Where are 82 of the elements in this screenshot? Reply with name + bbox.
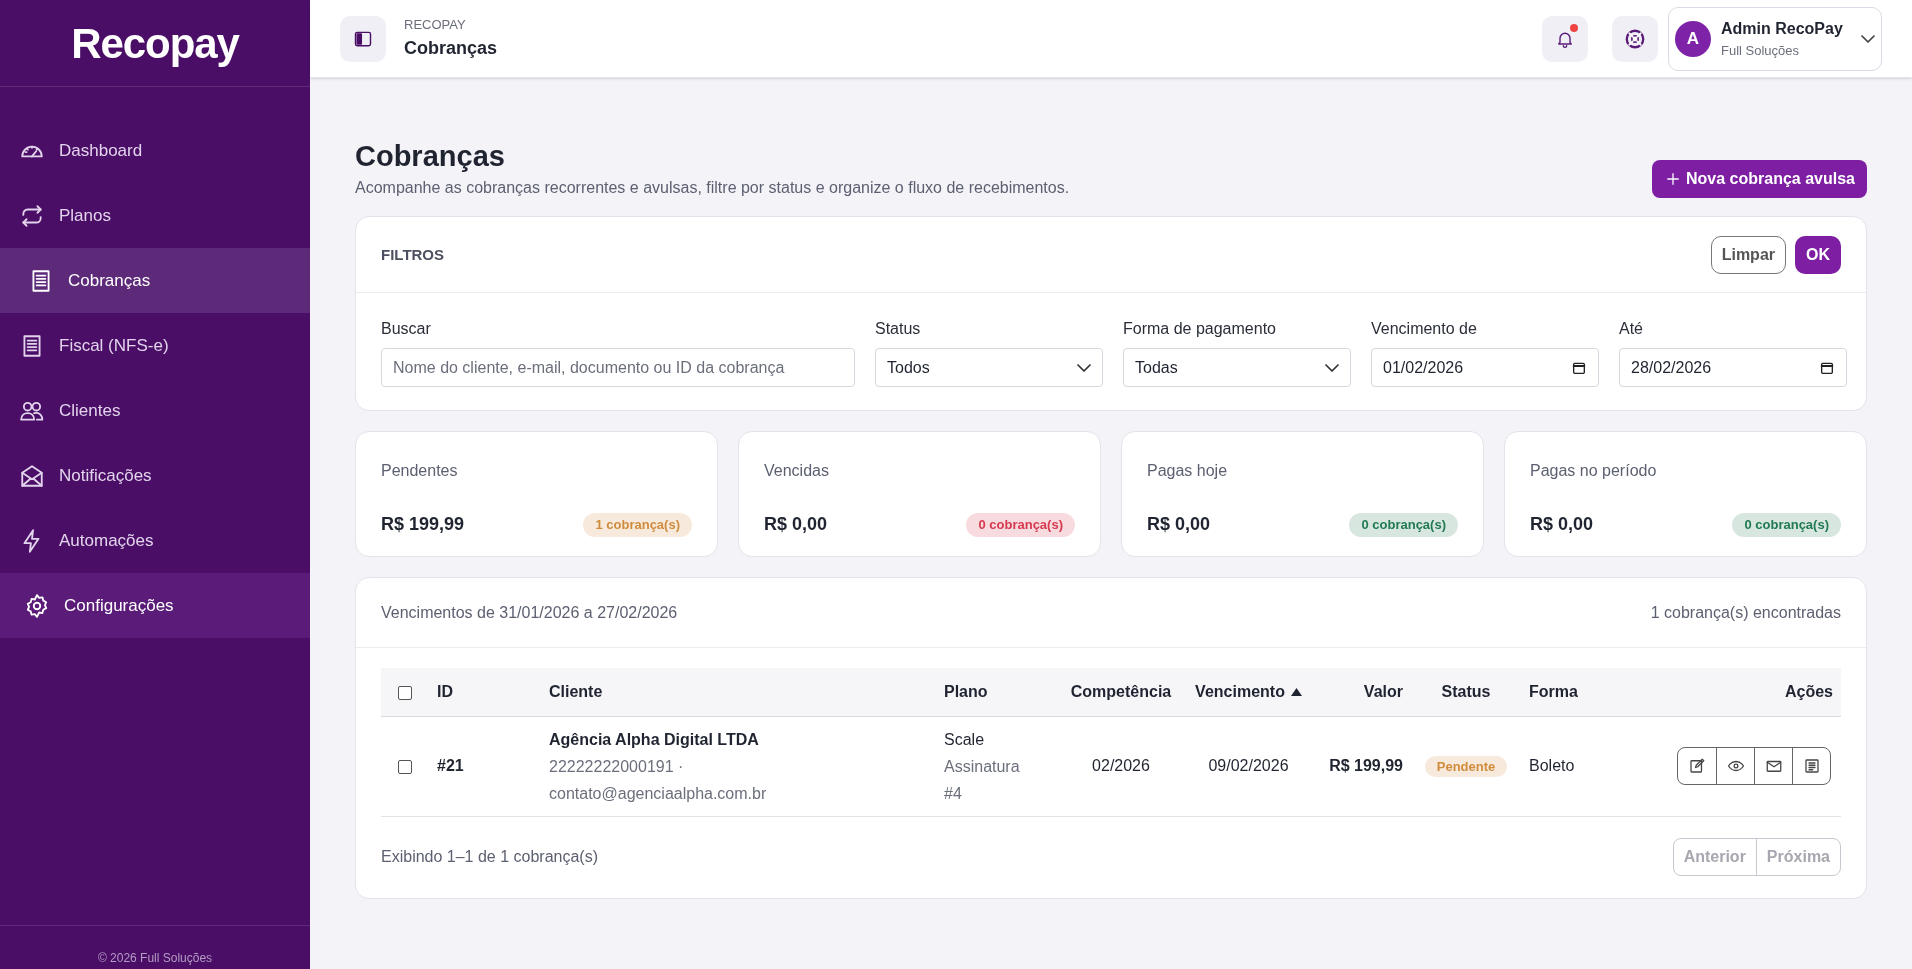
column-header[interactable]: ID <box>437 680 453 704</box>
count-badge: 0 cobrança(s) <box>1732 513 1841 537</box>
field-label: Até <box>1619 319 1644 340</box>
repeat-icon <box>19 202 45 229</box>
ok-button[interactable]: OK <box>1795 235 1841 274</box>
breadcrumb: RECOPAY <box>404 16 467 35</box>
column-header[interactable]: Ações <box>1784 680 1833 704</box>
client-name: Agência Alpha Digital LTDA <box>549 729 760 750</box>
sidebar-item[interactable]: Configurações <box>0 573 310 638</box>
field-label: Buscar <box>381 319 432 340</box>
new-charge-button[interactable]: Nova cobrança avulsa <box>1652 160 1867 198</box>
sidebar-item[interactable]: Planos <box>0 183 310 248</box>
table-cell: 09/02/2026 <box>1208 757 1289 775</box>
chevron-down-icon <box>1861 34 1875 43</box>
count-badge: 0 cobrança(s) <box>1349 513 1458 537</box>
organization-name: Full Soluções <box>1721 41 1801 60</box>
envelope-icon <box>19 462 45 489</box>
stat-value: R$ 0,00 <box>1530 513 1594 537</box>
clear-button[interactable]: Limpar <box>1710 235 1786 274</box>
select-field[interactable]: Todos <box>875 348 1103 388</box>
count-badge: 0 cobrança(s) <box>966 513 1075 537</box>
sidebar-toggle-button[interactable] <box>340 15 386 62</box>
lifebuoy-icon <box>1624 27 1646 50</box>
table-cell: R$ 199,99 <box>1329 757 1403 775</box>
status-badge: Pendente <box>1424 756 1508 778</box>
chevron-down-icon <box>1325 363 1339 372</box>
edit-icon <box>1688 757 1706 776</box>
plan-name: Scale <box>944 729 986 750</box>
page-subtitle: Acompanhe as cobranças recorrentes e avulsas, filtre por status e organize o fluxo de recebimentos. <box>355 178 1070 199</box>
section-title: FILTROS <box>381 244 445 265</box>
stat-label: Pagas hoje <box>1147 461 1229 482</box>
avatar: A <box>1675 20 1711 57</box>
sidebar-item[interactable]: Automações <box>0 508 310 573</box>
column-header[interactable]: Forma <box>1529 680 1578 704</box>
sidebar-item[interactable]: Clientes <box>0 378 310 443</box>
user-menu[interactable]: A Admin RecoPay Full Soluções <box>1668 6 1882 71</box>
stat-value: R$ 199,99 <box>381 513 465 537</box>
sidebar-item[interactable]: Dashboard <box>0 118 310 183</box>
count-badge: 1 cobrança(s) <box>583 513 692 537</box>
sidebar-item[interactable]: Fiscal (NFS-e) <box>0 313 310 378</box>
client-email: contato@agenciaalpha.com.br <box>549 783 768 804</box>
stat-value: R$ 0,00 <box>764 513 828 537</box>
stat-value: R$ 0,00 <box>1147 513 1211 537</box>
settings-icon <box>24 592 50 619</box>
table-cell: Boleto <box>1529 757 1575 775</box>
date-range-text: Vencimentos de 31/01/2026 a 27/02/2026 <box>381 602 678 623</box>
column-header[interactable]: Cliente <box>549 680 603 704</box>
copyright-text: © 2026 Full Soluções <box>97 950 213 967</box>
sort-up-icon <box>1290 688 1302 696</box>
sidebar-item[interactable]: Notificações <box>0 443 310 508</box>
page-title: Cobranças <box>355 139 506 174</box>
checkbox[interactable] <box>398 760 412 774</box>
field-label: Status <box>875 319 922 340</box>
results-count: 1 cobrança(s) encontradas <box>1650 602 1841 623</box>
date-field[interactable]: 01/02/2026 <box>1371 348 1599 388</box>
table-cell: #21 <box>437 757 464 775</box>
column-header[interactable]: Status <box>1441 680 1491 704</box>
field-label: Forma de pagamento <box>1123 319 1277 340</box>
column-header[interactable]: Vencimento <box>1195 680 1302 704</box>
chevron-down-icon <box>1077 363 1091 372</box>
column-header[interactable]: Plano <box>944 680 988 704</box>
search-field[interactable]: Nome do cliente, e-mail, documento ou ID da cobrança <box>381 348 855 388</box>
field-label: Vencimento de <box>1371 319 1478 340</box>
pagination-summary: Exibindo 1–1 de 1 cobrança(s) <box>381 847 599 868</box>
stat-label: Pendentes <box>381 461 459 482</box>
plan-detail: Assinatura #4 <box>944 756 1021 804</box>
document-icon <box>1802 757 1821 776</box>
logo: Recopay <box>71 18 239 69</box>
checkbox[interactable] <box>398 685 412 700</box>
page-heading: Cobranças <box>404 36 498 60</box>
select-field[interactable]: Todas <box>1123 348 1351 388</box>
stat-label: Pagas no período <box>1530 461 1658 482</box>
column-header[interactable]: Valor <box>1363 680 1403 704</box>
notifications-button[interactable] <box>1542 15 1588 62</box>
column-header[interactable]: Competência <box>1070 680 1172 704</box>
client-document: 22222222000191 · <box>549 756 685 777</box>
stat-label: Vencidas <box>764 461 830 482</box>
user-name: Admin RecoPay <box>1721 18 1844 39</box>
table-cell: 02/2026 <box>1092 757 1150 775</box>
sidebar-item[interactable]: Cobranças <box>0 248 310 313</box>
date-field[interactable]: 28/02/2026 <box>1619 348 1847 388</box>
help-button[interactable] <box>1612 15 1658 62</box>
